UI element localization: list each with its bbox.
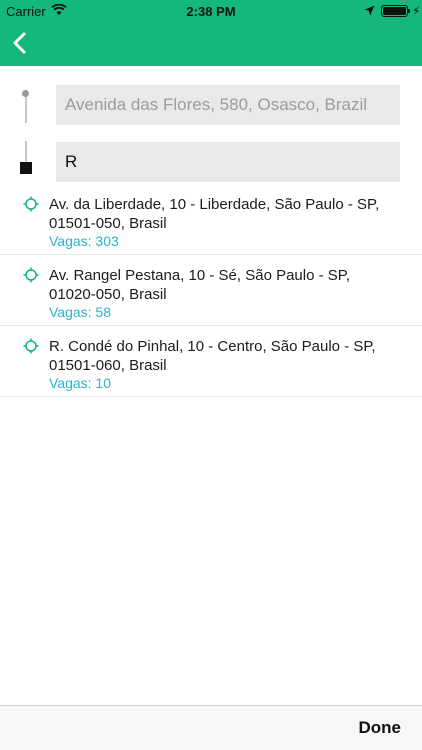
target-icon xyxy=(23,196,39,212)
route-line-top xyxy=(25,93,27,123)
nav-header: Carrier 2:38 PM ⚡ xyxy=(0,0,422,66)
origin-dot-icon xyxy=(22,90,29,97)
result-vagas: Vagas: 303 xyxy=(49,233,119,249)
battery-nub xyxy=(408,9,410,13)
status-bar: Carrier 2:38 PM ⚡ xyxy=(0,0,422,22)
result-vagas: Vagas: 58 xyxy=(49,304,112,320)
clock: 2:38 PM xyxy=(186,4,236,19)
destination-square-icon xyxy=(20,162,32,174)
charging-bolt-icon: ⚡ xyxy=(412,4,421,18)
destination-input[interactable] xyxy=(56,142,400,182)
done-button[interactable]: Done xyxy=(359,718,402,738)
list-item[interactable]: Av. da Liberdade, 10 - Liberdade, São Pa… xyxy=(0,184,422,255)
chevron-left-icon xyxy=(13,32,26,54)
results-list: Av. da Liberdade, 10 - Liberdade, São Pa… xyxy=(0,184,422,397)
location-arrow-icon xyxy=(364,5,375,16)
target-icon xyxy=(23,338,39,354)
result-address: Av. da Liberdade, 10 - Liberdade, São Pa… xyxy=(49,196,380,232)
result-vagas: Vagas: 10 xyxy=(49,375,112,391)
result-address: R. Condé do Pinhal, 10 - Centro, São Pau… xyxy=(49,338,376,374)
list-item[interactable]: Av. Rangel Pestana, 10 - Sé, São Paulo -… xyxy=(0,255,422,326)
origin-input[interactable] xyxy=(56,85,400,125)
target-icon xyxy=(23,267,39,283)
battery-icon xyxy=(381,5,408,17)
back-button[interactable] xyxy=(8,29,34,57)
route-line-bottom xyxy=(25,141,27,163)
result-address: Av. Rangel Pestana, 10 - Sé, São Paulo -… xyxy=(49,267,351,303)
list-item[interactable]: R. Condé do Pinhal, 10 - Centro, São Pau… xyxy=(0,326,422,397)
keyboard-toolbar: Done xyxy=(0,705,422,750)
